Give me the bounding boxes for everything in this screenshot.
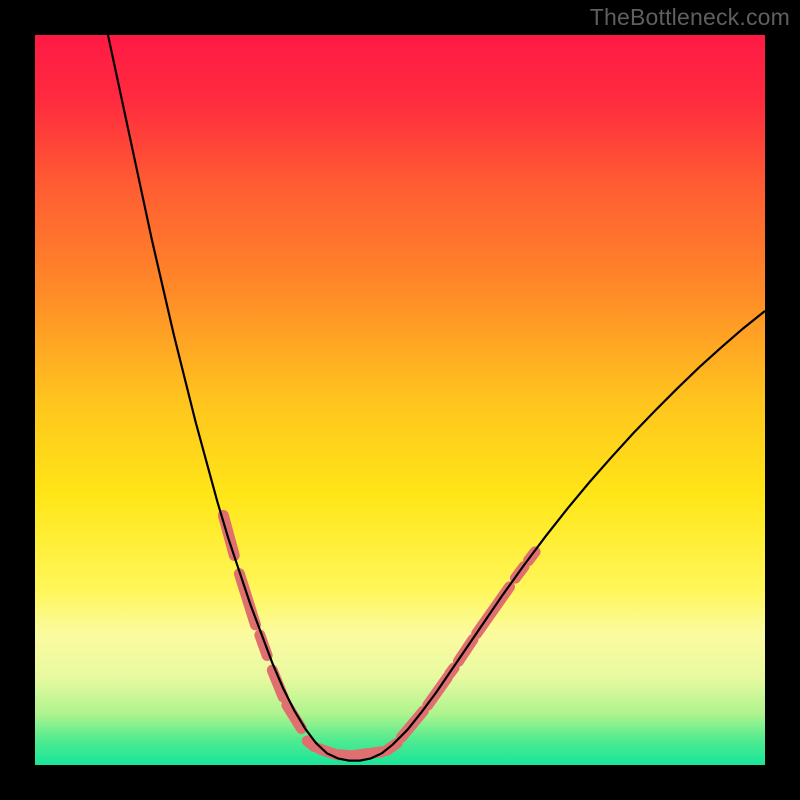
bottleneck-chart [35, 35, 765, 765]
watermark-text: TheBottleneck.com [590, 4, 790, 31]
chart-frame: TheBottleneck.com [0, 0, 800, 800]
highlight-segment [307, 741, 314, 747]
highlight-segment [338, 755, 349, 756]
plot-area [35, 35, 765, 765]
gradient-background [35, 35, 765, 765]
